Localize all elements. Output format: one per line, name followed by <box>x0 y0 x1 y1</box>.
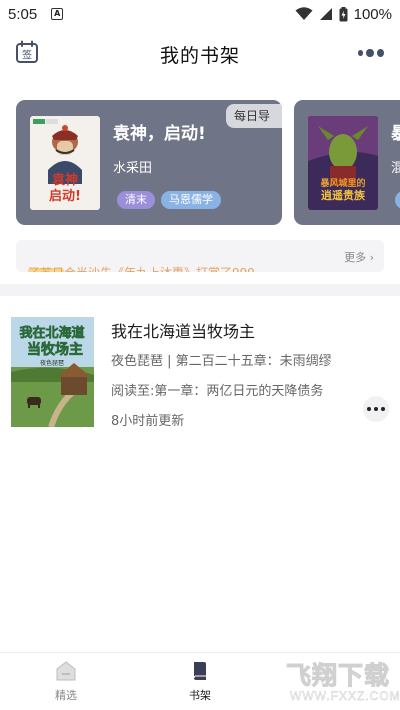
wifi-icon <box>295 7 313 20</box>
notification-icon: A <box>51 8 64 20</box>
watermark-url: WWW.FXXZ.COM <box>290 689 400 703</box>
shelf-book-author-chapter: 夜色琵琶 | 第二百二十五章：未雨绸缪 <box>111 354 332 369</box>
shelf-book-progress: 阅读至:第一章：两亿日元的天降债务 <box>111 384 324 399</box>
recommend-card[interactable]: 暴风城里的 逍遥贵族 暴 混 <box>294 100 400 225</box>
shelf-book-updated: 8小时前更新 <box>111 414 185 429</box>
bookshelf-icon <box>193 662 206 680</box>
checkin-calendar-icon[interactable]: 签 <box>15 40 39 64</box>
watermark-logo-icon <box>233 656 283 706</box>
tab-featured[interactable]: 精选 <box>36 659 96 707</box>
daily-guide-badge[interactable]: 每日导 <box>226 104 282 128</box>
book-cover: 我在北海道 当牧场主 夜色琵琶 <box>11 317 94 427</box>
battery-icon <box>339 6 348 21</box>
more-link[interactable]: 更多 › <box>344 249 374 265</box>
notice-strip[interactable]: 了苏日合半沙先《年九上沐惠》打赏了999 更多 › <box>16 240 384 272</box>
tag-badge[interactable]: 马恩儒学 <box>161 191 221 209</box>
recommend-book-title: 暴 <box>391 124 400 144</box>
cover-author: 夜色琵琶 <box>40 359 64 367</box>
checkin-label: 签 <box>22 49 32 62</box>
book-cover: 暴风城里的 逍遥贵族 <box>308 116 378 210</box>
shelf-book-item[interactable]: 我在北海道 当牧场主 夜色琵琶 我在北海道当牧场主 夜色琵琶 | 第二百二十五章… <box>0 296 400 436</box>
recommend-carousel[interactable]: 袁神 启动! 袁神，启动! 水采田 清末 马恩儒学 每日导 暴风城里的 逍遥贵族 <box>16 100 400 226</box>
top-header: 签 我的书架 <box>0 32 400 76</box>
tag-list: 清末 马恩儒学 <box>117 191 221 209</box>
cover-title-line1: 我在北海道 <box>19 325 84 341</box>
tag-badge[interactable]: 清末 <box>117 191 155 209</box>
watermark: 飞翔下载 WWW.FXXZ.COM <box>232 652 400 710</box>
book-cover: 袁神 启动! <box>30 116 100 210</box>
more-options-icon[interactable] <box>358 46 384 60</box>
recommend-book-author: 混 <box>391 161 400 176</box>
cover-title-line1: 袁神 <box>51 172 78 188</box>
tag-badge[interactable] <box>395 191 400 209</box>
tab-bookshelf[interactable]: 书架 <box>170 659 230 707</box>
status-bar: 5:05 A 100% <box>0 0 400 28</box>
recommend-book-title: 袁神，启动! <box>113 124 206 144</box>
cover-title-line2: 启动! <box>49 188 81 204</box>
cover-title-line2: 逍遥贵族 <box>321 188 366 202</box>
status-right: 100% <box>295 6 392 23</box>
more-link-label: 更多 <box>344 251 367 264</box>
status-time: 5:05 <box>8 5 38 23</box>
recommend-card[interactable]: 袁神 启动! 袁神，启动! 水采田 清末 马恩儒学 每日导 <box>16 100 282 225</box>
chevron-right-icon: › <box>369 251 374 264</box>
cover-title-line2: 当牧场主 <box>27 341 83 358</box>
cover-title-line1: 暴风城里的 <box>319 177 365 189</box>
watermark-text: 飞翔下载 <box>285 661 391 691</box>
section-divider <box>0 284 400 296</box>
tab-label: 书架 <box>189 689 211 702</box>
signal-icon <box>319 8 332 20</box>
book-options-button[interactable] <box>363 396 389 422</box>
recommend-book-author: 水采田 <box>113 161 153 176</box>
battery-percent: 100% <box>353 5 392 23</box>
featured-icon <box>56 661 76 681</box>
shelf-book-title: 我在北海道当牧场主 <box>111 322 256 341</box>
notice-text: 了苏日合半沙先《年九上沐惠》打赏了999 <box>28 264 255 272</box>
page-title: 我的书架 <box>159 44 240 67</box>
tab-label: 精选 <box>55 689 77 702</box>
